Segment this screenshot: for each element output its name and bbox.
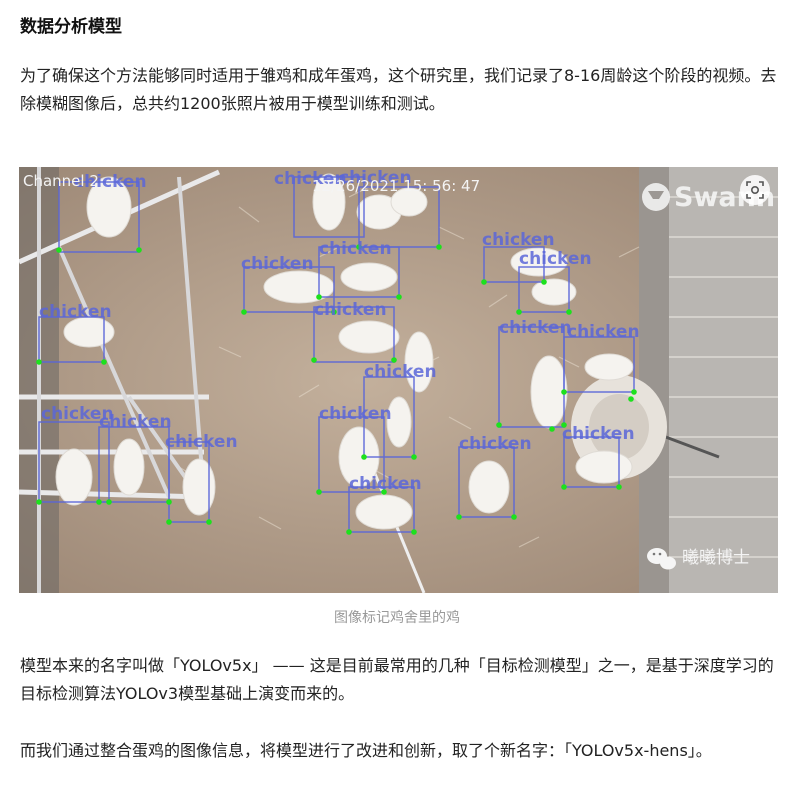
detection-label: chicken xyxy=(519,249,592,269)
watermark-text: 曦曦博士 xyxy=(682,548,750,568)
detection-label: chicken xyxy=(349,474,422,494)
camera-channel: Channel 2 xyxy=(23,172,99,190)
detection-label: chicken xyxy=(459,434,532,454)
detection-label: chicken xyxy=(39,302,112,322)
detection-label: chicken xyxy=(499,318,572,338)
section-title: 数据分析模型 xyxy=(20,17,122,37)
detection-label: chicken xyxy=(364,362,437,382)
paragraph-intro: 为了确保这个方法能够同时适用于雏鸡和成年蛋鸡，这个研究里，我们记录了8-16周龄… xyxy=(20,66,777,113)
detection-label: chicken xyxy=(99,412,172,432)
paragraph-model: 模型本来的名字叫做「YOLOv5x」 —— 这是目前最常用的几种「目标检测模型」… xyxy=(20,656,774,703)
detection-label: chicken xyxy=(319,239,392,259)
figure-caption: 图像标记鸡舍里的鸡 xyxy=(334,610,460,626)
detection-label: chicken xyxy=(562,424,635,444)
chicken-detection-image[interactable]: chicken chicken chicken chicken chicken … xyxy=(19,167,778,593)
detection-label: chicken xyxy=(319,404,392,424)
detection-label: chicken xyxy=(314,300,387,320)
scan-icon[interactable] xyxy=(740,175,770,205)
detection-label: chicken xyxy=(241,254,314,274)
wechat-watermark: 曦曦博士 xyxy=(647,548,750,570)
detection-label: chicken xyxy=(567,322,640,342)
detection-label: chicken xyxy=(482,230,555,250)
detection-label: chicken xyxy=(165,432,238,452)
paragraph-new-name: 而我们通过整合蛋鸡的图像信息，将模型进行了改进和创新，取了个新名字：「YOLOv… xyxy=(20,741,712,760)
camera-datetime: 12/26/2021 15: 56: 47 xyxy=(312,177,480,195)
